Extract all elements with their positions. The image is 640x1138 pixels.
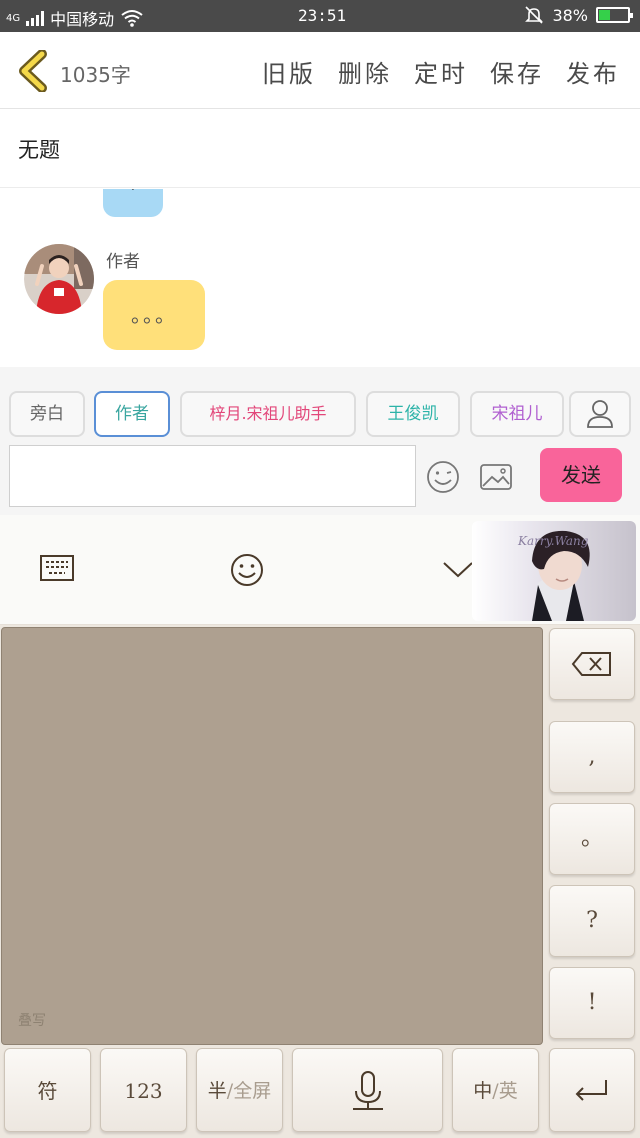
battery-icon [596,7,633,23]
keyboard-skin-image: Karry.Wang [472,521,636,621]
word-count: 1035字 [60,63,131,87]
exclamation-key[interactable]: ! [549,967,635,1039]
schedule-button[interactable]: 定时 [414,54,468,89]
half-width-label: 半 [207,1080,227,1102]
keyboard-toolbar: Karry.Wang [0,515,640,625]
battery-percent: 38% [552,5,588,25]
role-author[interactable]: 作者 [94,391,170,437]
person-icon [587,400,613,428]
previous-message-bubble[interactable]: ‘ [103,189,163,217]
language-switch-key[interactable]: 中/英 [452,1048,539,1132]
signal-icon [26,10,45,26]
collapse-keyboard-icon[interactable] [440,557,476,581]
status-left: 4G 中国移动 [6,6,144,30]
handwriting-pad[interactable]: 叠写 [1,627,543,1045]
delete-button[interactable]: 删除 [338,54,392,89]
keyboard: 叠写 , 。 ? ! 符 123 半/全屏 中/英 [0,625,640,1138]
mute-bell-icon [525,6,544,24]
role-song-zuer[interactable]: 宋祖儿 [470,391,564,437]
microphone-icon [352,1071,383,1110]
enter-icon [575,1080,607,1101]
keyboard-icon[interactable] [39,552,75,584]
symbols-key[interactable]: 符 [4,1048,91,1132]
backspace-icon [571,652,611,676]
voice-key[interactable] [292,1048,443,1132]
chat-area: ‘ 作者 。。。 [0,189,640,367]
period-key[interactable]: 。 [549,803,635,875]
image-icon[interactable] [478,459,514,495]
emoticon-icon[interactable] [229,552,265,588]
battery-level [599,10,611,20]
send-button[interactable]: 发送 [540,448,622,502]
full-width-label: 全屏 [233,1080,272,1102]
message-bubble[interactable]: 。。。 [103,280,205,350]
role-assistant[interactable]: 梓月.宋祖儿助手 [180,391,356,437]
status-right: 38% [524,5,633,25]
add-role-button[interactable] [569,391,631,437]
carrier-name: 中国移动 [50,10,115,29]
clock: 23:51 [298,6,347,25]
status-bar: 4G 中国移动 23:51 38% [0,0,640,32]
role-wang-junkai[interactable]: 王俊凯 [366,391,460,437]
network-type: 4G [6,12,21,24]
story-title[interactable]: 无题 [18,134,60,164]
handwriting-mode-label: 叠写 [18,1013,46,1029]
author-avatar[interactable] [24,244,94,314]
nav-actions: 旧版 删除 定时 保存 发布 [262,54,620,89]
english-label: 英 [498,1080,518,1102]
message-input[interactable] [9,445,416,507]
top-nav: 1035字 旧版 删除 定时 保存 发布 [0,32,640,109]
half-full-width-key[interactable]: 半/全屏 [196,1048,283,1132]
numbers-key[interactable]: 123 [100,1048,187,1132]
title-row[interactable]: 无题 [0,110,640,188]
question-key[interactable]: ? [549,885,635,957]
back-arrow-icon[interactable] [14,50,54,92]
chinese-label: 中 [473,1080,493,1102]
enter-key[interactable] [549,1048,635,1132]
author-name: 作者 [106,252,140,272]
publish-button[interactable]: 发布 [566,54,620,89]
comma-key[interactable]: , [549,721,635,793]
backspace-key[interactable] [549,628,635,700]
save-button[interactable]: 保存 [490,54,544,89]
wifi-icon [121,10,143,27]
composer: 旁白 作者 梓月.宋祖儿助手 王俊凯 宋祖儿 发送 [0,367,640,515]
old-version-button[interactable]: 旧版 [262,54,316,89]
emoji-icon[interactable] [425,459,461,495]
skin-caption: Karry.Wang [517,534,589,548]
role-narrator[interactable]: 旁白 [9,391,85,437]
